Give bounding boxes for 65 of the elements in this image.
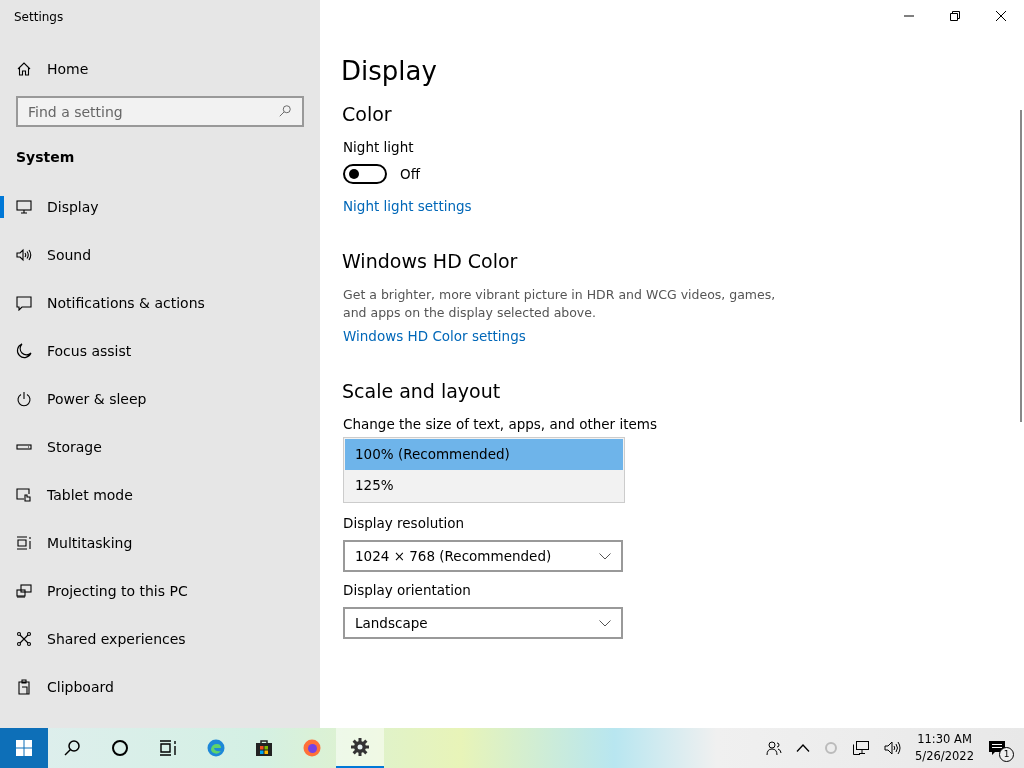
home-nav-item[interactable]: Home xyxy=(0,49,320,89)
window-title: Settings xyxy=(13,9,65,26)
restore-icon xyxy=(950,11,960,21)
sidebar-item[interactable]: Multitasking xyxy=(0,519,320,567)
sidebar-item[interactable]: Projecting to this PC xyxy=(0,567,320,615)
sidebar-item[interactable]: Clipboard xyxy=(0,663,320,711)
clock-time[interactable]: 11:30 AM xyxy=(917,731,972,748)
setting-label: Change the size of text, apps, and other items xyxy=(343,416,658,432)
orientation-dropdown[interactable]: Landscape xyxy=(343,607,623,639)
sidebar-item[interactable]: Notifications & actions xyxy=(0,279,320,327)
sidebar-item[interactable]: Tablet mode xyxy=(0,471,320,519)
sidebar-item[interactable]: Focus assist xyxy=(0,327,320,375)
project-icon xyxy=(16,583,32,599)
page-title: Display xyxy=(341,56,438,88)
chevron-down-icon xyxy=(599,552,611,560)
resolution-dropdown[interactable]: 1024 × 768 (Recommended) xyxy=(343,540,623,572)
section-heading: Color xyxy=(342,103,393,125)
home-icon xyxy=(16,61,32,77)
close-icon xyxy=(996,11,1006,21)
search-icon xyxy=(62,738,82,758)
setting-label: Display resolution xyxy=(343,515,466,531)
dropdown-option[interactable]: 125% xyxy=(345,470,623,501)
volume-icon[interactable] xyxy=(884,740,903,756)
sidebar-item[interactable]: Shared experiences xyxy=(0,615,320,663)
description: Get a brighter, more vibrant picture in HDR and WCG videos, games, and apps on the display selected above. xyxy=(343,286,777,322)
taskview-icon xyxy=(158,738,178,758)
scrollbar-thumb[interactable] xyxy=(1020,110,1022,422)
people-icon[interactable] xyxy=(766,740,783,756)
cortana-icon xyxy=(110,738,130,758)
chevron-up-icon[interactable] xyxy=(796,744,811,752)
power-icon xyxy=(16,391,32,407)
sidebar-item[interactable]: Sound xyxy=(0,231,320,279)
section-heading: System xyxy=(15,148,76,167)
toggle-switch[interactable] xyxy=(343,164,387,184)
notification-badge: 1 xyxy=(999,747,1014,762)
sidebar-item[interactable]: Power & sleep xyxy=(0,375,320,423)
clock-date[interactable]: 5/26/2022 xyxy=(915,748,974,765)
shared-icon xyxy=(16,631,32,647)
start-icon xyxy=(14,738,34,758)
sidebar-item[interactable]: Storage xyxy=(0,423,320,471)
store-icon xyxy=(254,738,274,758)
notifications-icon xyxy=(16,295,32,311)
display-icon xyxy=(16,199,32,215)
sidebar-item[interactable]: Display xyxy=(0,183,320,231)
setting-label: Night light xyxy=(343,139,415,155)
search-field[interactable]: Find a setting xyxy=(16,96,304,127)
taskbar-button[interactable] xyxy=(336,728,384,768)
settings-icon xyxy=(350,737,370,757)
edge-icon xyxy=(206,738,226,758)
chevron-down-icon xyxy=(599,619,611,627)
settings-link[interactable]: Windows HD Color settings xyxy=(343,328,1024,344)
setting-label: Display orientation xyxy=(343,582,472,598)
dropdown-option[interactable]: 100% (Recommended) xyxy=(345,439,623,470)
section-heading: Windows HD Color xyxy=(342,250,519,272)
settings-link[interactable]: Night light settings xyxy=(343,198,1024,214)
toggle-state: Off xyxy=(400,166,420,182)
search-icon xyxy=(278,104,292,118)
clipboard-icon xyxy=(16,679,32,695)
moon-icon xyxy=(16,343,32,359)
sound-icon xyxy=(16,247,32,263)
network-icon[interactable] xyxy=(852,740,871,756)
section-heading: Scale and layout xyxy=(342,380,502,402)
firefox-icon xyxy=(302,738,322,758)
tablet-icon xyxy=(16,487,32,503)
multitask-icon xyxy=(16,535,32,551)
